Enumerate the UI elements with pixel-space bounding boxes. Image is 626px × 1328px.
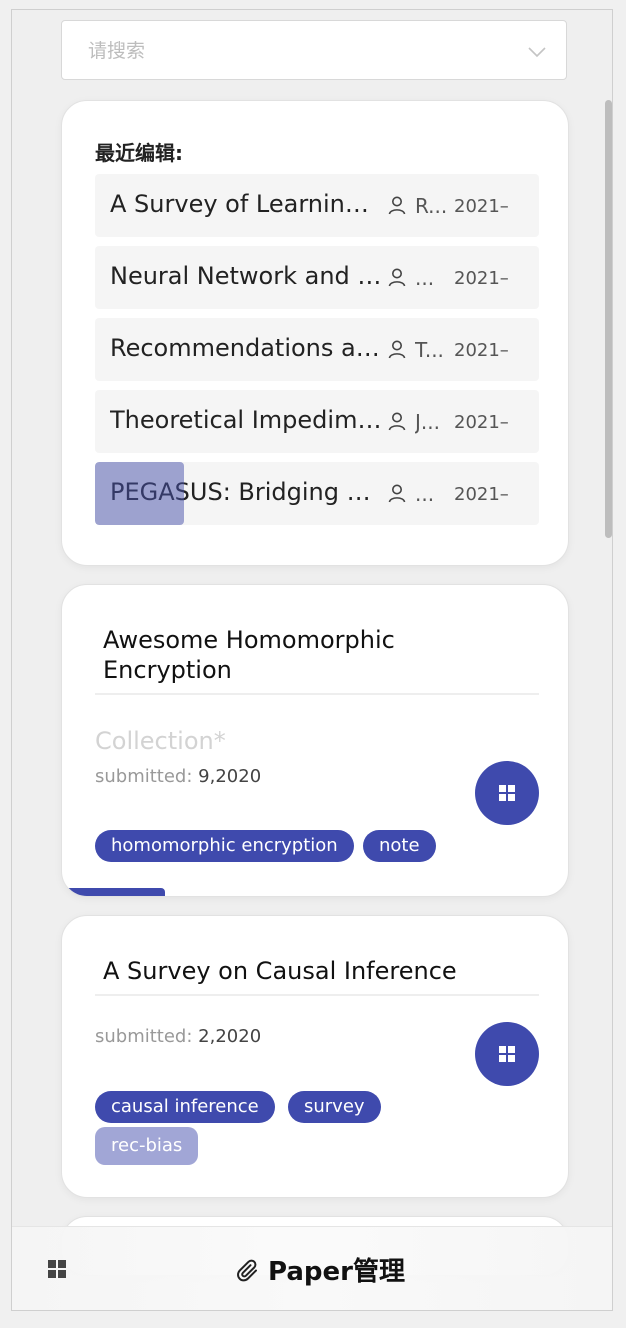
recent-item-title: Theoretical Impediments to ML xyxy=(110,406,382,434)
recent-item-author: R... xyxy=(415,194,448,218)
recent-item-author: J... xyxy=(415,410,440,434)
app-title: Paper管理 xyxy=(268,1257,405,1287)
submitted-value: 2,2020 xyxy=(198,1026,262,1047)
grid-icon xyxy=(499,1046,515,1062)
recent-item[interactable]: Recommendations as Treatments T... 2021– xyxy=(95,318,539,381)
search-select[interactable] xyxy=(61,20,567,81)
recent-item-date: 2021– xyxy=(454,484,509,505)
grid-icon xyxy=(499,785,515,801)
submitted-label: submitted: xyxy=(95,1026,193,1047)
recent-item[interactable]: A Survey of Learning Causality R... 2021… xyxy=(95,174,539,237)
search-input[interactable] xyxy=(86,21,510,81)
recent-item-author: ... xyxy=(415,266,435,290)
scrollbar-thumb[interactable] xyxy=(605,100,612,538)
progress-bar xyxy=(62,888,165,896)
submitted-date: submitted: 9,2020 xyxy=(95,766,261,787)
recent-item[interactable]: Theoretical Impediments to ML J... 2021– xyxy=(95,390,539,453)
paper-title[interactable]: Awesome Homomorphic Encryption xyxy=(103,625,463,685)
collection-label: Collection* xyxy=(95,727,226,755)
tag[interactable]: survey xyxy=(288,1091,381,1123)
submitted-date: submitted: 2,2020 xyxy=(95,1026,261,1047)
recent-item[interactable]: Neural Network and Deep Learning ... 202… xyxy=(95,246,539,309)
paper-title[interactable]: A Survey on Causal Inference xyxy=(103,956,523,986)
tag[interactable]: note xyxy=(363,830,436,862)
submitted-value: 9,2020 xyxy=(198,766,262,787)
recent-item-author: ... xyxy=(415,482,435,506)
paperclip-icon xyxy=(236,1259,260,1287)
recent-item-date: 2021– xyxy=(454,268,509,289)
paper-card[interactable]: A Survey on Causal Inference submitted: … xyxy=(61,915,569,1198)
recent-item-title: Recommendations as Treatments xyxy=(110,334,382,362)
tag[interactable]: causal inference xyxy=(95,1091,275,1123)
recent-item-date: 2021– xyxy=(454,196,509,217)
grid-menu-button[interactable] xyxy=(475,761,539,825)
title-divider xyxy=(95,693,539,695)
recent-item-title: A Survey of Learning Causality xyxy=(110,190,382,218)
paper-card[interactable]: Awesome Homomorphic Encryption Collectio… xyxy=(61,584,569,897)
grid-menu-button[interactable] xyxy=(475,1022,539,1086)
user-icon xyxy=(387,267,407,291)
recent-edits-title: 最近编辑: xyxy=(95,141,183,165)
tag[interactable]: rec-bias xyxy=(95,1127,199,1165)
user-icon xyxy=(387,339,407,363)
app-frame: 最近编辑: A Survey of Learning Causality R..… xyxy=(11,9,613,1311)
press-highlight xyxy=(95,462,184,525)
recent-item-author: T... xyxy=(415,338,444,362)
chevron-down-icon[interactable] xyxy=(528,43,546,62)
recent-item-date: 2021– xyxy=(454,412,509,433)
submitted-label: submitted: xyxy=(95,766,193,787)
recent-item-date: 2021– xyxy=(454,340,509,361)
recent-edits-card: 最近编辑: A Survey of Learning Causality R..… xyxy=(61,100,569,566)
recent-item-title: Neural Network and Deep Learning xyxy=(110,262,382,290)
title-divider xyxy=(95,994,539,996)
bottom-bar: Paper管理 xyxy=(12,1226,612,1310)
grid-icon[interactable] xyxy=(47,1259,67,1283)
user-icon xyxy=(387,195,407,219)
user-icon xyxy=(387,411,407,435)
recent-item[interactable]: PEGASUS: Bridging Polynomial ... 2021– xyxy=(95,462,539,525)
tag[interactable]: homomorphic encryption xyxy=(95,830,354,862)
user-icon xyxy=(387,483,407,507)
